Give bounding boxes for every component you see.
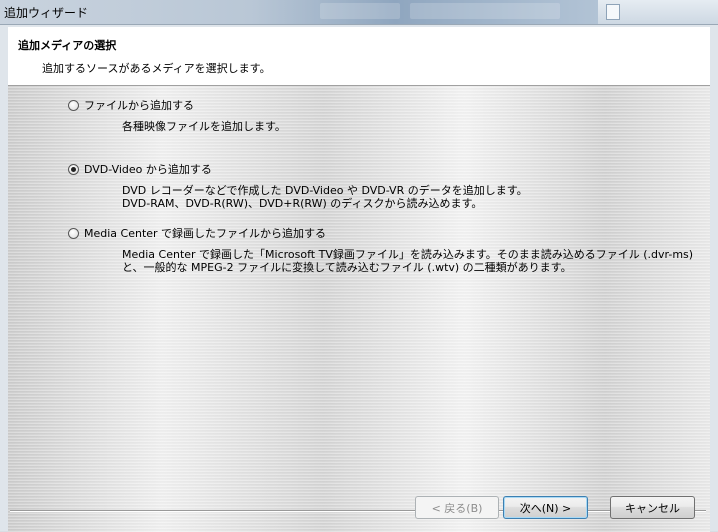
back-button[interactable]: < 戻る(B)	[415, 496, 499, 519]
background-glass-glint	[410, 3, 560, 19]
page-subtitle: 追加するソースがあるメディアを選択します。	[42, 62, 271, 75]
option-label: Media Center で録画したファイルから追加する	[84, 227, 327, 240]
document-icon	[606, 4, 620, 20]
page-title: 追加メディアの選択	[18, 39, 117, 52]
radio-button-icon[interactable]	[68, 99, 79, 111]
option-description: 各種映像ファイルを追加します。	[122, 120, 286, 133]
background-glass-glint	[320, 3, 400, 19]
title-bar[interactable]: 追加ウィザード	[0, 0, 718, 24]
option-label: ファイルから追加する	[84, 99, 194, 112]
description-line: DVD-RAM、DVD-R(RW)、DVD+R(RW) のディスクから読み込めま…	[122, 197, 483, 210]
description-line: DVD レコーダーなどで作成した DVD-Video や DVD-VR のデータ…	[122, 184, 528, 197]
wizard-window: 追加メディアの選択 追加するソースがあるメディアを選択します。 ファイルから追加…	[0, 24, 718, 532]
window-title: 追加ウィザード	[4, 6, 89, 20]
description-line: と、一般的な MPEG-2 ファイルに変換して読み込むファイル (.wtv) の…	[122, 261, 572, 274]
radio-button-checked-icon[interactable]	[68, 163, 79, 175]
option-description: Media Center で録画した「Microsoft TV録画ファイル」を読…	[122, 248, 693, 274]
radio-button-icon[interactable]	[68, 227, 79, 239]
option-add-from-file[interactable]: ファイルから追加する	[68, 97, 194, 113]
wizard-body: ファイルから追加する 各種映像ファイルを追加します。 DVD-Video から追…	[8, 86, 710, 532]
footer-divider	[10, 510, 706, 512]
option-add-from-media-center[interactable]: Media Center で録画したファイルから追加する	[68, 225, 326, 241]
wizard-header: 追加メディアの選択 追加するソースがあるメディアを選択します。	[8, 27, 710, 86]
next-button[interactable]: 次へ(N) >	[503, 496, 588, 519]
option-description: DVD レコーダーなどで作成した DVD-Video や DVD-VR のデータ…	[122, 184, 528, 210]
description-line: 各種映像ファイルを追加します。	[122, 120, 286, 133]
option-add-from-dvd[interactable]: DVD-Video から追加する	[68, 161, 212, 177]
description-line: Media Center で録画した「Microsoft TV録画ファイル」を読…	[122, 248, 694, 261]
cancel-button[interactable]: キャンセル	[610, 496, 695, 519]
option-label: DVD-Video から追加する	[84, 163, 212, 176]
